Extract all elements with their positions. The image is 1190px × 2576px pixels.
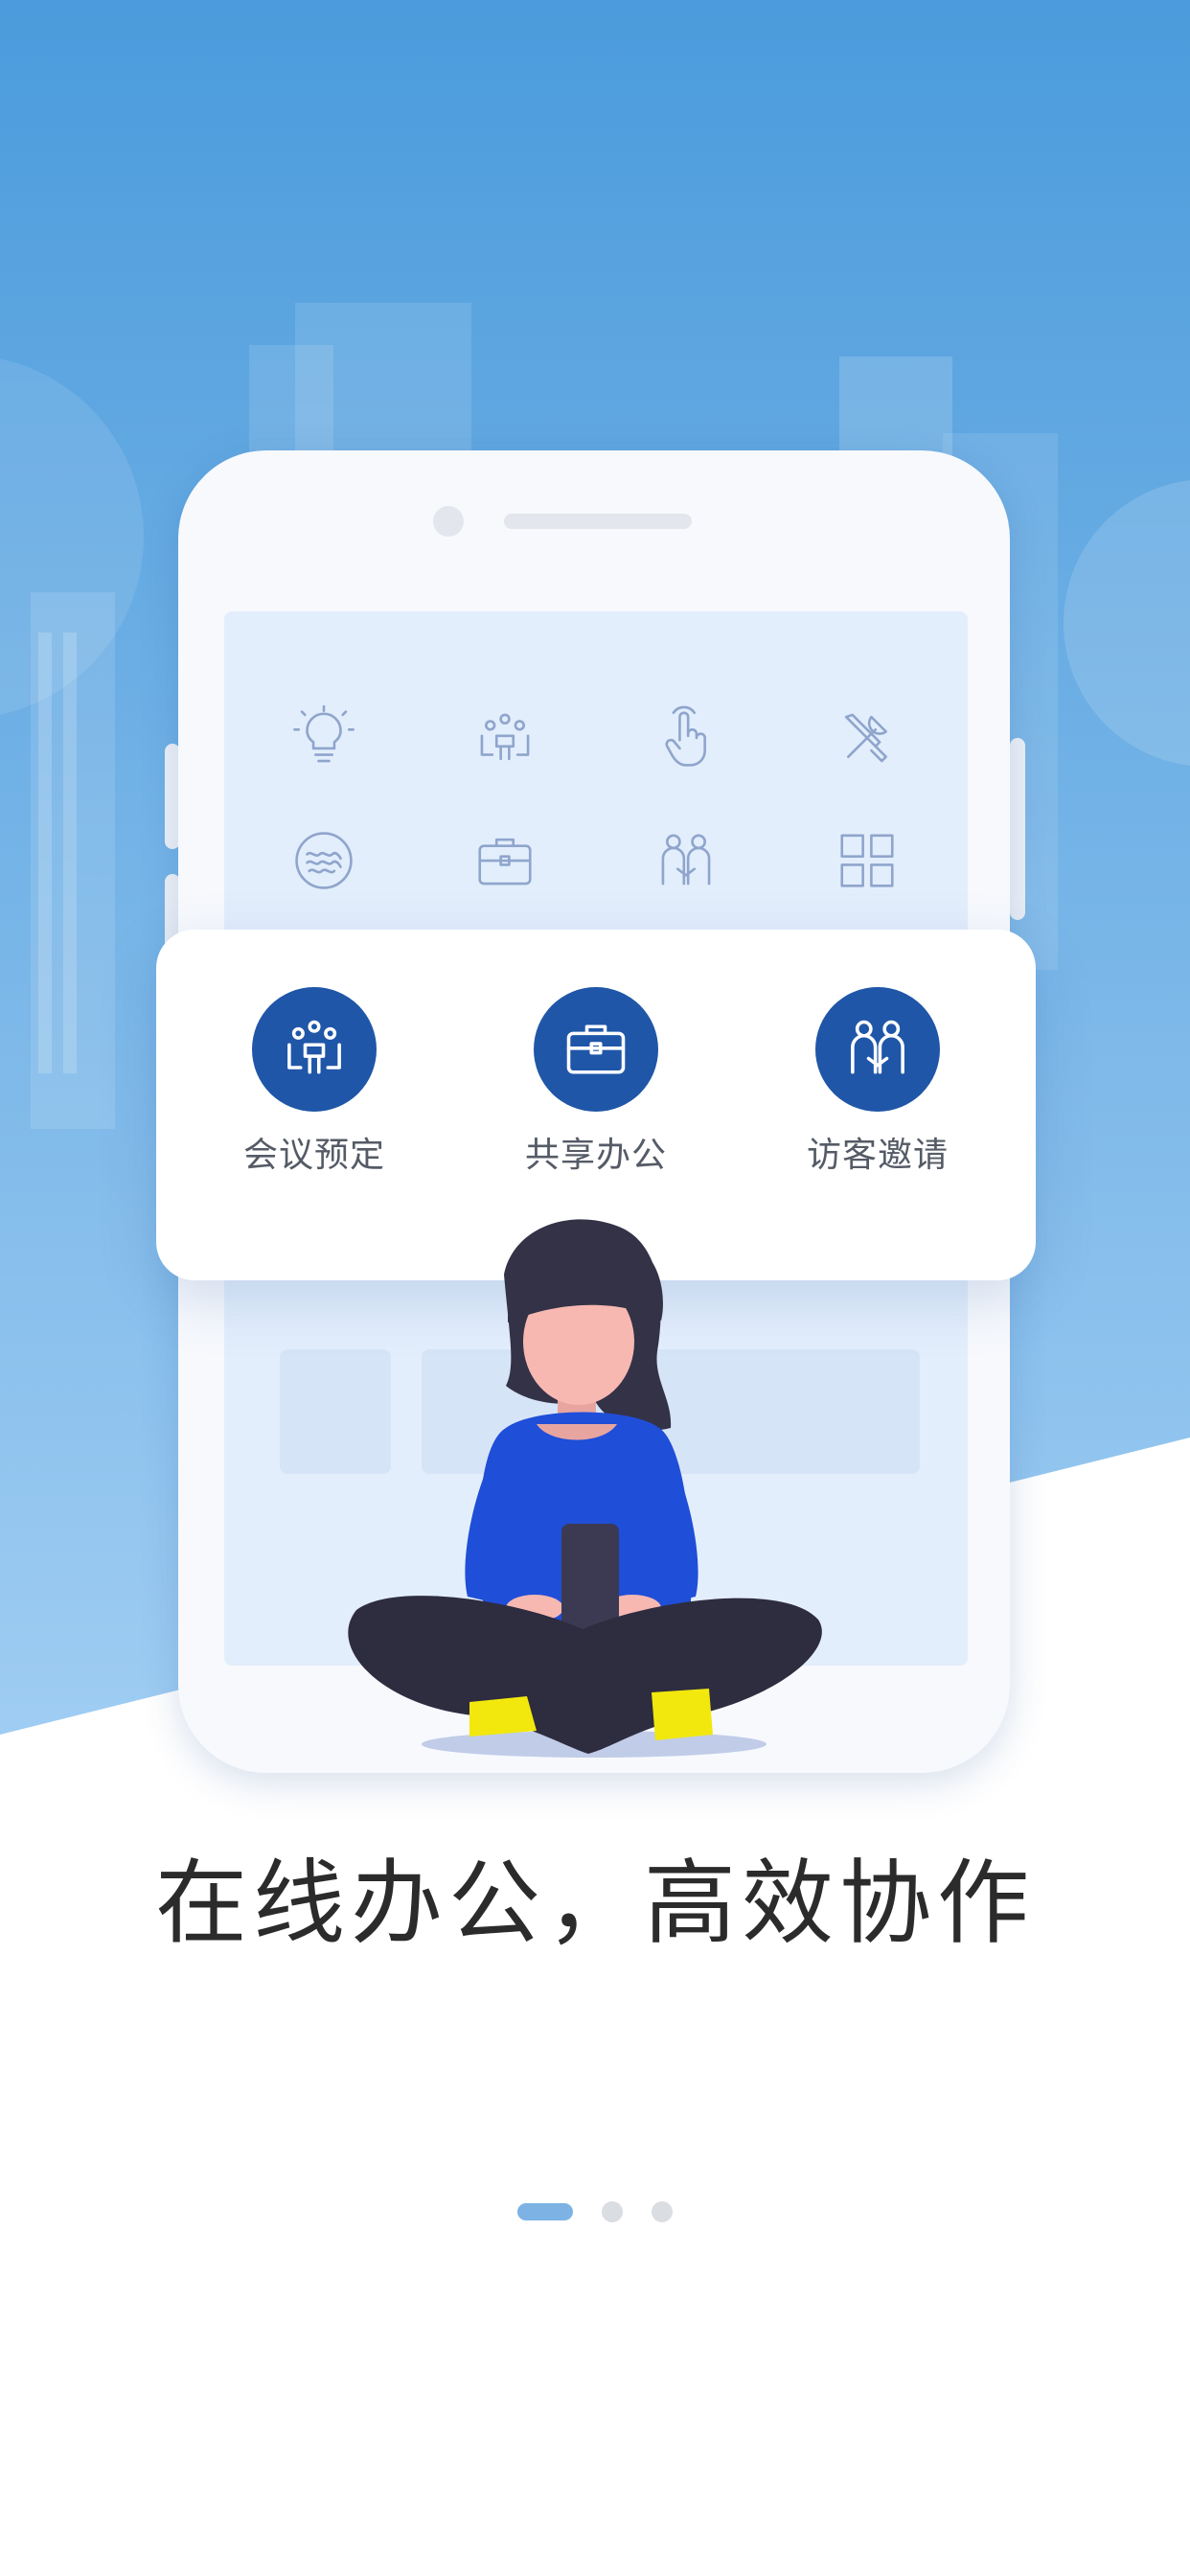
page-dot[interactable]: [652, 2201, 673, 2222]
visitors-icon: [815, 987, 940, 1112]
feature-meeting-booking[interactable]: 会议预定: [199, 987, 429, 1177]
page-dot-active[interactable]: [517, 2203, 573, 2220]
phone-side-button: [1010, 738, 1025, 920]
page-indicator: [0, 2201, 1190, 2222]
waves-icon: [286, 822, 362, 899]
phone-camera: [433, 506, 464, 537]
grid-icon: [829, 822, 905, 899]
feature-visitor-invite[interactable]: 访客邀请: [763, 987, 993, 1177]
page-dot[interactable]: [602, 2201, 623, 2222]
tools-icon: [829, 700, 905, 776]
feature-label: 共享办公: [524, 1136, 667, 1175]
headline: 在线办公，高效协作: [155, 1850, 1035, 1957]
lightbulb-icon: [286, 700, 362, 776]
briefcase-icon: [534, 987, 658, 1112]
person-illustration: [345, 1208, 843, 1767]
visitors-icon: [648, 822, 724, 899]
feature-shared-office[interactable]: 共享办公: [481, 987, 711, 1177]
hand-tap-icon: [648, 700, 724, 776]
feature-label: 会议预定: [242, 1136, 385, 1175]
meeting-icon: [467, 700, 543, 776]
feature-label: 访客邀请: [806, 1136, 949, 1175]
meeting-icon: [252, 987, 377, 1112]
phone-speaker: [504, 514, 692, 529]
briefcase-icon: [467, 822, 543, 899]
